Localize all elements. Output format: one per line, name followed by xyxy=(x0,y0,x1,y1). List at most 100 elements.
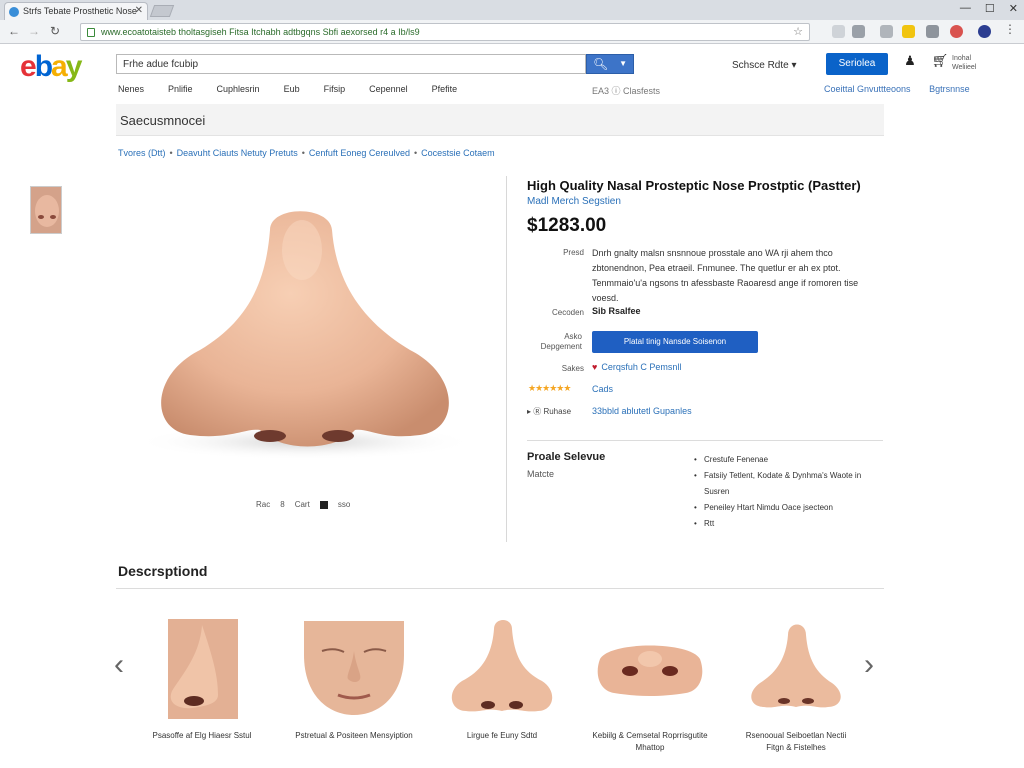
browser-toolbar: ← → ↻ www.ecoatotaisteb tholtasgiseh Fit… xyxy=(0,20,1024,44)
nav-item[interactable]: Pnlifie xyxy=(168,84,193,94)
description-label: Presd xyxy=(563,248,584,257)
buy-label: Asko Depgement xyxy=(540,332,582,351)
product-price: $1283.00 xyxy=(527,215,607,236)
gallery-caption: Pstretual & Positeen Mensyiption xyxy=(295,731,413,740)
product-subtitle[interactable]: Madl Merch Segstien xyxy=(527,196,621,207)
ebay-logo[interactable]: ebay xyxy=(20,50,82,84)
image-control-label[interactable]: 8 xyxy=(280,500,284,509)
product-thumbnail[interactable] xyxy=(30,186,62,234)
logo-letter: e xyxy=(20,50,37,83)
divider xyxy=(116,588,884,589)
notification-icon[interactable]: ♟ xyxy=(900,53,920,73)
shipping-link[interactable]: 33bbld ablutetl Gupanles xyxy=(592,406,692,416)
window-controls: — ☐ ✕ xyxy=(960,2,1018,15)
list-item: Peneiley Htart Nimdu Oace jsecteon xyxy=(694,500,884,516)
breadcrumb-item[interactable]: Tvores (Dtt) xyxy=(118,148,166,158)
nav-item[interactable]: Cuphlesrin xyxy=(217,84,260,94)
category-nav: Nenes Pnlifie Cuphlesrin Eub Fifsip Cepe… xyxy=(118,84,481,94)
browser-tab[interactable]: Strfs Tebate Prosthetic Nose ✕ xyxy=(4,2,148,20)
product-description: Dnrh gnalty malsn snsnnoue prosstale ano… xyxy=(592,248,859,303)
nav-item[interactable]: Eub xyxy=(284,84,300,94)
gallery-caption: Lirgue fe Euny Sdtd xyxy=(466,731,538,740)
nav-item[interactable]: Pfefite xyxy=(432,84,458,94)
extension-icon[interactable] xyxy=(902,25,915,38)
search-input[interactable]: Frhe adue fcubip xyxy=(116,54,586,74)
list-item: Rtt xyxy=(694,516,884,532)
extension-icon[interactable] xyxy=(926,25,939,38)
logo-letter: a xyxy=(51,50,68,83)
image-control-label[interactable]: Rac xyxy=(256,500,270,509)
breadcrumb: Tvores (Dtt) • Deavuht Ciauts Netuty Pretu… xyxy=(118,148,495,158)
cart-icon[interactable]: 🛒︎ xyxy=(930,53,950,73)
forward-icon[interactable]: → xyxy=(28,24,40,38)
subnav-link[interactable]: Coeittal Gnvuttteoons xyxy=(824,84,911,94)
heart-icon: ♥ xyxy=(592,362,598,372)
search-button[interactable]: 🔍︎ ▼ xyxy=(586,54,634,74)
search-icon: 🔍︎ xyxy=(593,57,609,71)
specifics-title: Proale Selevue xyxy=(527,451,606,463)
browser-tab-bar: Strfs Tebate Prosthetic Nose ✕ — ☐ ✕ xyxy=(0,0,1024,20)
seller-name: Cerqsfuh C Pemsnll xyxy=(601,362,682,372)
condition-value: Sib Rsalfee xyxy=(592,306,641,316)
carousel-prev-icon[interactable]: ‹ xyxy=(114,650,124,680)
menu-icon[interactable]: ⋮ xyxy=(1004,22,1016,36)
carousel-next-icon[interactable]: › xyxy=(864,650,874,680)
subnav-link[interactable]: EA3 ⓘ Clasfests xyxy=(592,84,660,97)
maximize-icon[interactable]: ☐ xyxy=(985,2,995,15)
nav-item[interactable]: Fifsip xyxy=(324,84,346,94)
specifics-subtitle: Matcte xyxy=(527,469,555,479)
site-favicon-icon xyxy=(9,7,19,17)
extension-icon[interactable] xyxy=(950,25,963,38)
breadcrumb-item[interactable]: Cenfuft Eoneg Cereulved xyxy=(309,148,410,158)
seller-label: Sakes xyxy=(561,364,584,373)
bookmark-star-icon[interactable]: ☆ xyxy=(793,25,803,38)
breadcrumb-separator: • xyxy=(413,148,418,158)
image-control-label[interactable]: Cart xyxy=(295,500,310,509)
nav-item[interactable]: Cepennel xyxy=(369,84,408,94)
signin-button[interactable]: Seriolea xyxy=(826,53,888,75)
buy-it-now-button[interactable]: Platal tinig Nansde Soisenon xyxy=(592,331,758,353)
gallery-caption: Psasoffe af Elg Hiaesr Sstul xyxy=(152,731,252,740)
reload-icon[interactable]: ↻ xyxy=(50,24,60,38)
extension-icon[interactable] xyxy=(832,25,845,38)
gallery-caption: Rsenooual Seiboetlan Nectii Fitgn & Fist… xyxy=(745,731,847,752)
extension-icon[interactable] xyxy=(852,25,865,38)
divider xyxy=(506,176,507,542)
page-bar: Saecusmnocei xyxy=(116,104,884,136)
nav-item[interactable]: Nenes xyxy=(118,84,144,94)
back-icon[interactable]: ← xyxy=(8,24,20,38)
cart-label[interactable]: Inohal Weliieel xyxy=(952,54,992,72)
product-main-image[interactable] xyxy=(120,190,490,470)
breadcrumb-separator: • xyxy=(169,148,173,158)
breadcrumb-item[interactable]: Cocestsie Cotaem xyxy=(421,148,495,158)
profile-icon[interactable] xyxy=(978,25,991,38)
reviews-link[interactable]: Cads xyxy=(592,384,613,394)
address-text: www.ecoatotaisteb tholtasgiseh Fitsa Itc… xyxy=(101,27,420,37)
minimize-icon[interactable]: — xyxy=(960,2,971,15)
description-heading: Descrsptiond xyxy=(118,563,208,579)
list-item: Fatsiiy Tetlent, Kodate & Dynhma's Waote… xyxy=(694,468,884,500)
breadcrumb-item[interactable]: Deavuht Ciauts Netuty Pretuts xyxy=(177,148,298,158)
subnav-link[interactable]: Bgtrsnnse xyxy=(929,84,970,94)
shipping-label: ▸ Ⓡ Ruhase xyxy=(527,407,572,416)
fullscreen-icon[interactable] xyxy=(319,500,328,509)
lock-icon xyxy=(87,28,95,37)
chevron-down-icon: ▼ xyxy=(619,59,627,68)
new-tab-button[interactable] xyxy=(149,5,175,17)
image-control-label[interactable]: sso xyxy=(338,500,350,509)
category-dropdown[interactable]: Schsce Rdte ▾ xyxy=(732,60,797,71)
extension-icon[interactable] xyxy=(880,25,893,38)
seller-link[interactable]: ♥ Cerqsfuh C Pemsnll xyxy=(592,362,681,372)
close-tab-icon[interactable]: ✕ xyxy=(135,5,143,16)
rating-stars: ★★★★★★ xyxy=(528,383,571,393)
close-window-icon[interactable]: ✕ xyxy=(1009,2,1018,15)
category-dropdown-label: Schsce Rdte xyxy=(732,60,789,71)
subnav-right: Coeittal Gnvuttteoons Bgtrsnnse xyxy=(824,84,986,94)
list-item: Crestufe Fenenae xyxy=(694,452,884,468)
gallery-caption: Kebiilg & Cemsetal Roprrisgutite Mhattop xyxy=(592,731,708,752)
breadcrumb-separator: • xyxy=(301,148,305,158)
address-bar[interactable]: www.ecoatotaisteb tholtasgiseh Fitsa Itc… xyxy=(80,23,810,41)
specifics-list: Crestufe Fenenae Fatsiiy Tetlent, Kodate… xyxy=(694,452,884,532)
tab-title: Strfs Tebate Prosthetic Nose xyxy=(23,6,137,16)
logo-letter: b xyxy=(34,50,53,83)
